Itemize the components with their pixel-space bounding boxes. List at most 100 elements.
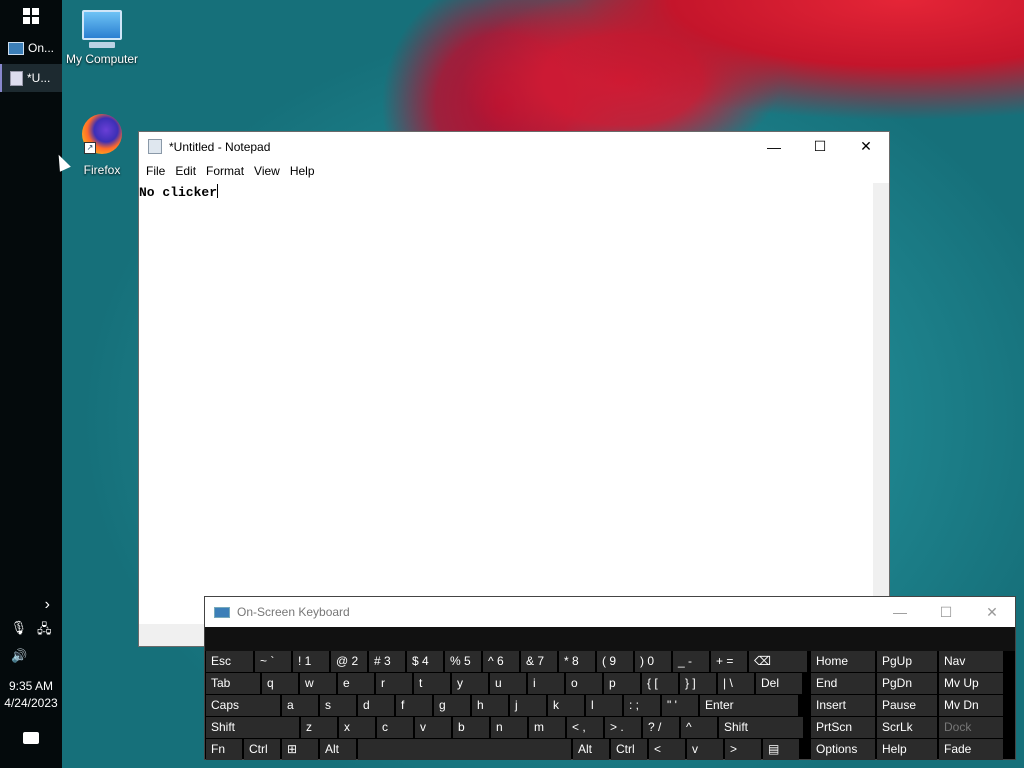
- osk-key[interactable]: q: [262, 673, 298, 694]
- osk-key[interactable]: a: [282, 695, 318, 716]
- desktop-icon-my-computer[interactable]: My Computer: [62, 10, 142, 66]
- osk-key[interactable]: ▤: [763, 739, 799, 760]
- osk-key[interactable]: { [: [642, 673, 678, 694]
- osk-key[interactable]: Ctrl: [611, 739, 647, 760]
- osk-key[interactable]: ? /: [643, 717, 679, 738]
- osk-key[interactable]: PgUp: [877, 651, 937, 672]
- osk-key[interactable]: Esc: [206, 651, 253, 672]
- clock[interactable]: 9:35 AM 4/24/2023: [0, 678, 62, 712]
- osk-key[interactable]: % 5: [445, 651, 481, 672]
- osk-key[interactable]: g: [434, 695, 470, 716]
- maximize-button[interactable]: ☐: [797, 132, 843, 161]
- osk-key[interactable]: & 7: [521, 651, 557, 672]
- osk-key[interactable]: w: [300, 673, 336, 694]
- osk-key[interactable]: b: [453, 717, 489, 738]
- menu-view[interactable]: View: [249, 161, 285, 181]
- microphone-icon[interactable]: 🎙: [10, 620, 27, 642]
- osk-key[interactable]: " ': [662, 695, 698, 716]
- taskbar-app-notepad[interactable]: *U...: [0, 64, 62, 92]
- osk-key[interactable]: Enter: [700, 695, 798, 716]
- menu-format[interactable]: Format: [201, 161, 249, 181]
- osk-key[interactable]: $ 4: [407, 651, 443, 672]
- osk-key[interactable]: End: [811, 673, 875, 694]
- osk-key[interactable]: l: [586, 695, 622, 716]
- osk-key[interactable]: _ -: [673, 651, 709, 672]
- osk-key[interactable]: Insert: [811, 695, 875, 716]
- osk-key[interactable]: p: [604, 673, 640, 694]
- osk-key[interactable]: Tab: [206, 673, 260, 694]
- close-button[interactable]: ✕: [969, 604, 1015, 621]
- tray-expand-button[interactable]: ›: [0, 596, 62, 614]
- notification-center-icon[interactable]: [23, 732, 39, 744]
- osk-key[interactable]: Options: [811, 739, 875, 760]
- osk-key[interactable]: } ]: [680, 673, 716, 694]
- osk-key[interactable]: Dock: [939, 717, 1003, 738]
- osk-key[interactable]: k: [548, 695, 584, 716]
- osk-key[interactable]: @ 2: [331, 651, 367, 672]
- maximize-button[interactable]: ☐: [923, 604, 969, 621]
- osk-key[interactable]: s: [320, 695, 356, 716]
- minimize-button[interactable]: —: [877, 604, 923, 620]
- osk-key[interactable]: | \: [718, 673, 754, 694]
- osk-key[interactable]: Nav: [939, 651, 1003, 672]
- start-button[interactable]: [0, 0, 62, 32]
- osk-key[interactable]: Ctrl: [244, 739, 280, 760]
- osk-key[interactable]: h: [472, 695, 508, 716]
- osk-key[interactable]: ⌫: [749, 651, 807, 672]
- osk-key[interactable]: c: [377, 717, 413, 738]
- osk-key[interactable]: ) 0: [635, 651, 671, 672]
- osk-key[interactable]: v: [415, 717, 451, 738]
- osk-key[interactable]: z: [301, 717, 337, 738]
- volume-icon[interactable]: 🔊: [11, 648, 27, 664]
- osk-key[interactable]: >: [725, 739, 761, 760]
- osk-key[interactable]: n: [491, 717, 527, 738]
- osk-key[interactable]: Fn: [206, 739, 242, 760]
- osk-key[interactable]: ! 1: [293, 651, 329, 672]
- osk-key[interactable]: Mv Dn: [939, 695, 1003, 716]
- notepad-titlebar[interactable]: *Untitled - Notepad — ☐ ✕: [139, 132, 889, 161]
- text-editor[interactable]: No clicker: [139, 183, 872, 624]
- osk-key[interactable]: d: [358, 695, 394, 716]
- network-icon[interactable]: 🖧: [37, 620, 52, 642]
- osk-key[interactable]: PgDn: [877, 673, 937, 694]
- osk-key[interactable]: i: [528, 673, 564, 694]
- osk-key[interactable]: <: [649, 739, 685, 760]
- osk-key[interactable]: ScrLk: [877, 717, 937, 738]
- osk-key[interactable]: Fade: [939, 739, 1003, 760]
- osk-key[interactable]: Shift: [206, 717, 299, 738]
- osk-key[interactable]: f: [396, 695, 432, 716]
- osk-key[interactable]: ( 9: [597, 651, 633, 672]
- osk-key[interactable]: m: [529, 717, 565, 738]
- osk-key[interactable]: ^: [681, 717, 717, 738]
- osk-key[interactable]: ^ 6: [483, 651, 519, 672]
- menu-file[interactable]: File: [141, 161, 170, 181]
- osk-key[interactable]: + =: [711, 651, 747, 672]
- osk-key[interactable]: * 8: [559, 651, 595, 672]
- osk-key[interactable]: e: [338, 673, 374, 694]
- osk-key[interactable]: o: [566, 673, 602, 694]
- osk-key[interactable]: Shift: [719, 717, 803, 738]
- osk-key[interactable]: u: [490, 673, 526, 694]
- osk-key[interactable]: Alt: [320, 739, 356, 760]
- osk-key[interactable]: r: [376, 673, 412, 694]
- menu-edit[interactable]: Edit: [170, 161, 201, 181]
- osk-key[interactable]: v: [687, 739, 723, 760]
- minimize-button[interactable]: —: [751, 132, 797, 161]
- osk-key[interactable]: Mv Up: [939, 673, 1003, 694]
- osk-key[interactable]: PrtScn: [811, 717, 875, 738]
- osk-key[interactable]: j: [510, 695, 546, 716]
- osk-key[interactable]: Del: [756, 673, 802, 694]
- osk-key[interactable]: # 3: [369, 651, 405, 672]
- osk-key[interactable]: < ,: [567, 717, 603, 738]
- osk-key[interactable]: Pause: [877, 695, 937, 716]
- osk-key[interactable]: ⊞: [282, 739, 318, 760]
- osk-titlebar[interactable]: On-Screen Keyboard — ☐ ✕: [205, 597, 1015, 627]
- vertical-scrollbar[interactable]: [873, 183, 889, 624]
- osk-key[interactable]: : ;: [624, 695, 660, 716]
- menu-help[interactable]: Help: [285, 161, 320, 181]
- osk-key[interactable]: Home: [811, 651, 875, 672]
- desktop-icon-firefox[interactable]: ↗ Firefox: [62, 114, 142, 177]
- osk-key[interactable]: Alt: [573, 739, 609, 760]
- osk-key[interactable]: Help: [877, 739, 937, 760]
- osk-key[interactable]: t: [414, 673, 450, 694]
